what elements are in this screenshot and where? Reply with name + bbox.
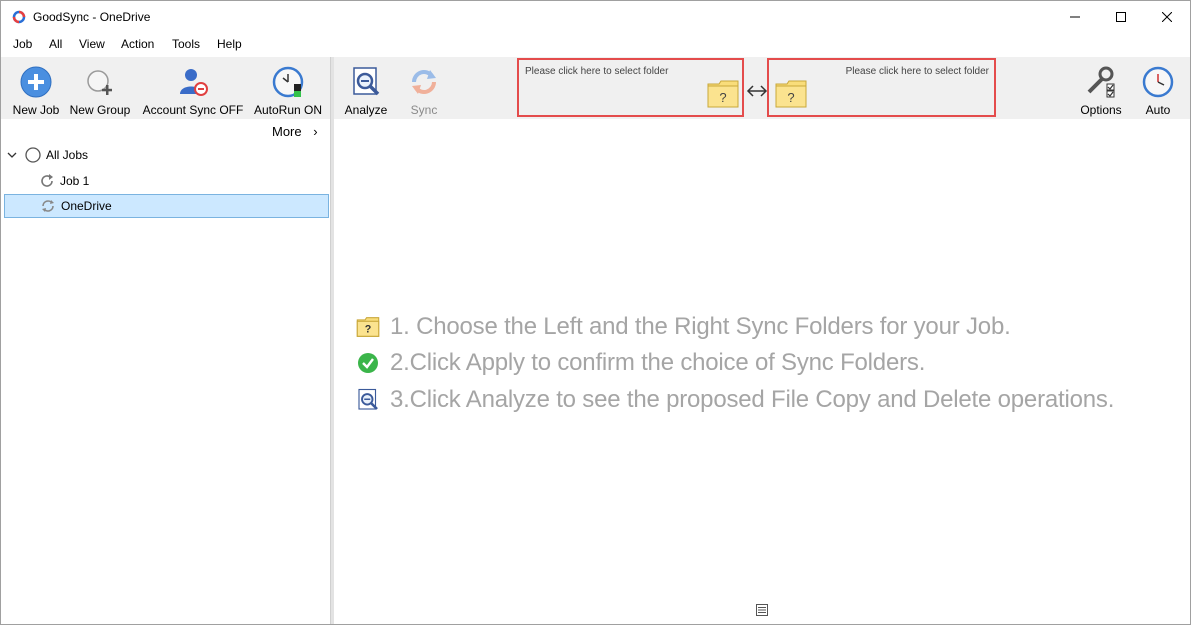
account-sync-icon [180, 69, 208, 96]
sync-icon [412, 70, 436, 94]
log-panel-toggle-icon[interactable] [756, 604, 768, 616]
clock-icon [272, 66, 304, 98]
title-bar: GoodSync - OneDrive [1, 1, 1190, 33]
instruction-step-3: 3.Click Analyze to see the proposed File… [356, 385, 1114, 415]
add-circle-icon [20, 66, 52, 98]
refresh-icon [41, 174, 53, 187]
folder-question-icon: ? [707, 80, 739, 108]
instruction-step-1: ? 1. Choose the Left and the Right Sync … [356, 312, 1011, 342]
minimize-icon [1070, 16, 1080, 18]
analyze-icon [353, 67, 380, 96]
autorun-label: AutoRun ON [253, 103, 323, 117]
check-circle-icon [358, 353, 378, 373]
menu-help[interactable]: Help [217, 37, 242, 51]
tree-item-label: Job 1 [60, 174, 90, 188]
analyze-button[interactable]: Analyze [342, 57, 390, 119]
analyze-label: Analyze [344, 103, 388, 117]
empty-circle-icon [25, 147, 41, 163]
new-job-button[interactable]: New Job [10, 57, 62, 119]
analyze-icon [358, 388, 378, 410]
instructions-pane: ? 1. Choose the Left and the Right Sync … [334, 119, 1190, 624]
more-button[interactable]: More › [272, 124, 318, 139]
left-folder-hint: Please click here to select folder [525, 66, 669, 77]
auto-clock-icon [1142, 66, 1174, 98]
tree-item-label: OneDrive [61, 199, 112, 213]
new-group-icon [87, 70, 112, 95]
instruction-text: 2.Click Apply to confirm the choice of S… [390, 349, 926, 376]
bidirectional-arrow-icon[interactable] [746, 83, 768, 99]
svg-text:?: ? [719, 90, 726, 105]
menu-view[interactable]: View [79, 37, 105, 51]
new-job-label: New Job [12, 103, 60, 117]
maximize-icon [1116, 12, 1126, 22]
autorun-button[interactable]: AutoRun ON [252, 57, 324, 119]
minimize-button[interactable] [1052, 1, 1098, 33]
close-icon [1162, 12, 1172, 22]
tree-item-job-1[interactable]: Job 1 [39, 169, 327, 193]
more-label: More [272, 124, 302, 139]
maximize-button[interactable] [1098, 1, 1144, 33]
folder-question-icon: ? [356, 317, 380, 337]
chevron-right-icon: › [313, 124, 318, 139]
tree-item-all-jobs[interactable]: All Jobs [7, 143, 327, 167]
account-sync-button[interactable]: Account Sync OFF [141, 57, 245, 119]
auto-button[interactable]: Auto [1139, 57, 1177, 119]
sync-arrows-icon [42, 200, 54, 212]
menu-all[interactable]: All [49, 37, 62, 51]
chevron-down-icon [7, 152, 17, 158]
folder-question-icon: ? [775, 80, 807, 108]
auto-label: Auto [1145, 103, 1171, 117]
menu-bar: Job All View Action Tools Help [1, 34, 1190, 55]
instruction-step-2: 2.Click Apply to confirm the choice of S… [356, 348, 925, 378]
options-button[interactable]: Options [1075, 57, 1127, 119]
goodsync-logo-icon [12, 10, 26, 24]
app-window: GoodSync - OneDrive Job All View Action … [0, 0, 1191, 625]
window-title: GoodSync - OneDrive [33, 10, 151, 24]
instruction-text: 3.Click Analyze to see the proposed File… [390, 386, 1115, 413]
new-group-button[interactable]: New Group [67, 57, 133, 119]
menu-action[interactable]: Action [121, 37, 154, 51]
jobs-pane: More › All Jobs Job 1 OneDrive [1, 119, 330, 624]
close-button[interactable] [1144, 1, 1190, 33]
left-folder-selector[interactable]: Please click here to select folder ? [517, 58, 744, 117]
tree-item-onedrive[interactable]: OneDrive [4, 194, 329, 218]
right-folder-selector[interactable]: Please click here to select folder ? [767, 58, 996, 117]
sync-button[interactable]: Sync [401, 57, 447, 119]
menu-tools[interactable]: Tools [172, 37, 200, 51]
new-group-label: New Group [69, 103, 131, 117]
options-label: Options [1080, 103, 1122, 117]
account-sync-label: Account Sync OFF [142, 103, 244, 117]
instruction-text: 1. Choose the Left and the Right Sync Fo… [390, 313, 1011, 340]
menu-job[interactable]: Job [13, 37, 32, 51]
tree-item-label: All Jobs [46, 148, 89, 162]
right-folder-hint: Please click here to select folder [845, 66, 989, 77]
svg-text:?: ? [365, 324, 372, 336]
sync-label: Sync [410, 103, 438, 117]
wrench-options-icon [1087, 66, 1115, 98]
svg-text:?: ? [787, 90, 794, 105]
